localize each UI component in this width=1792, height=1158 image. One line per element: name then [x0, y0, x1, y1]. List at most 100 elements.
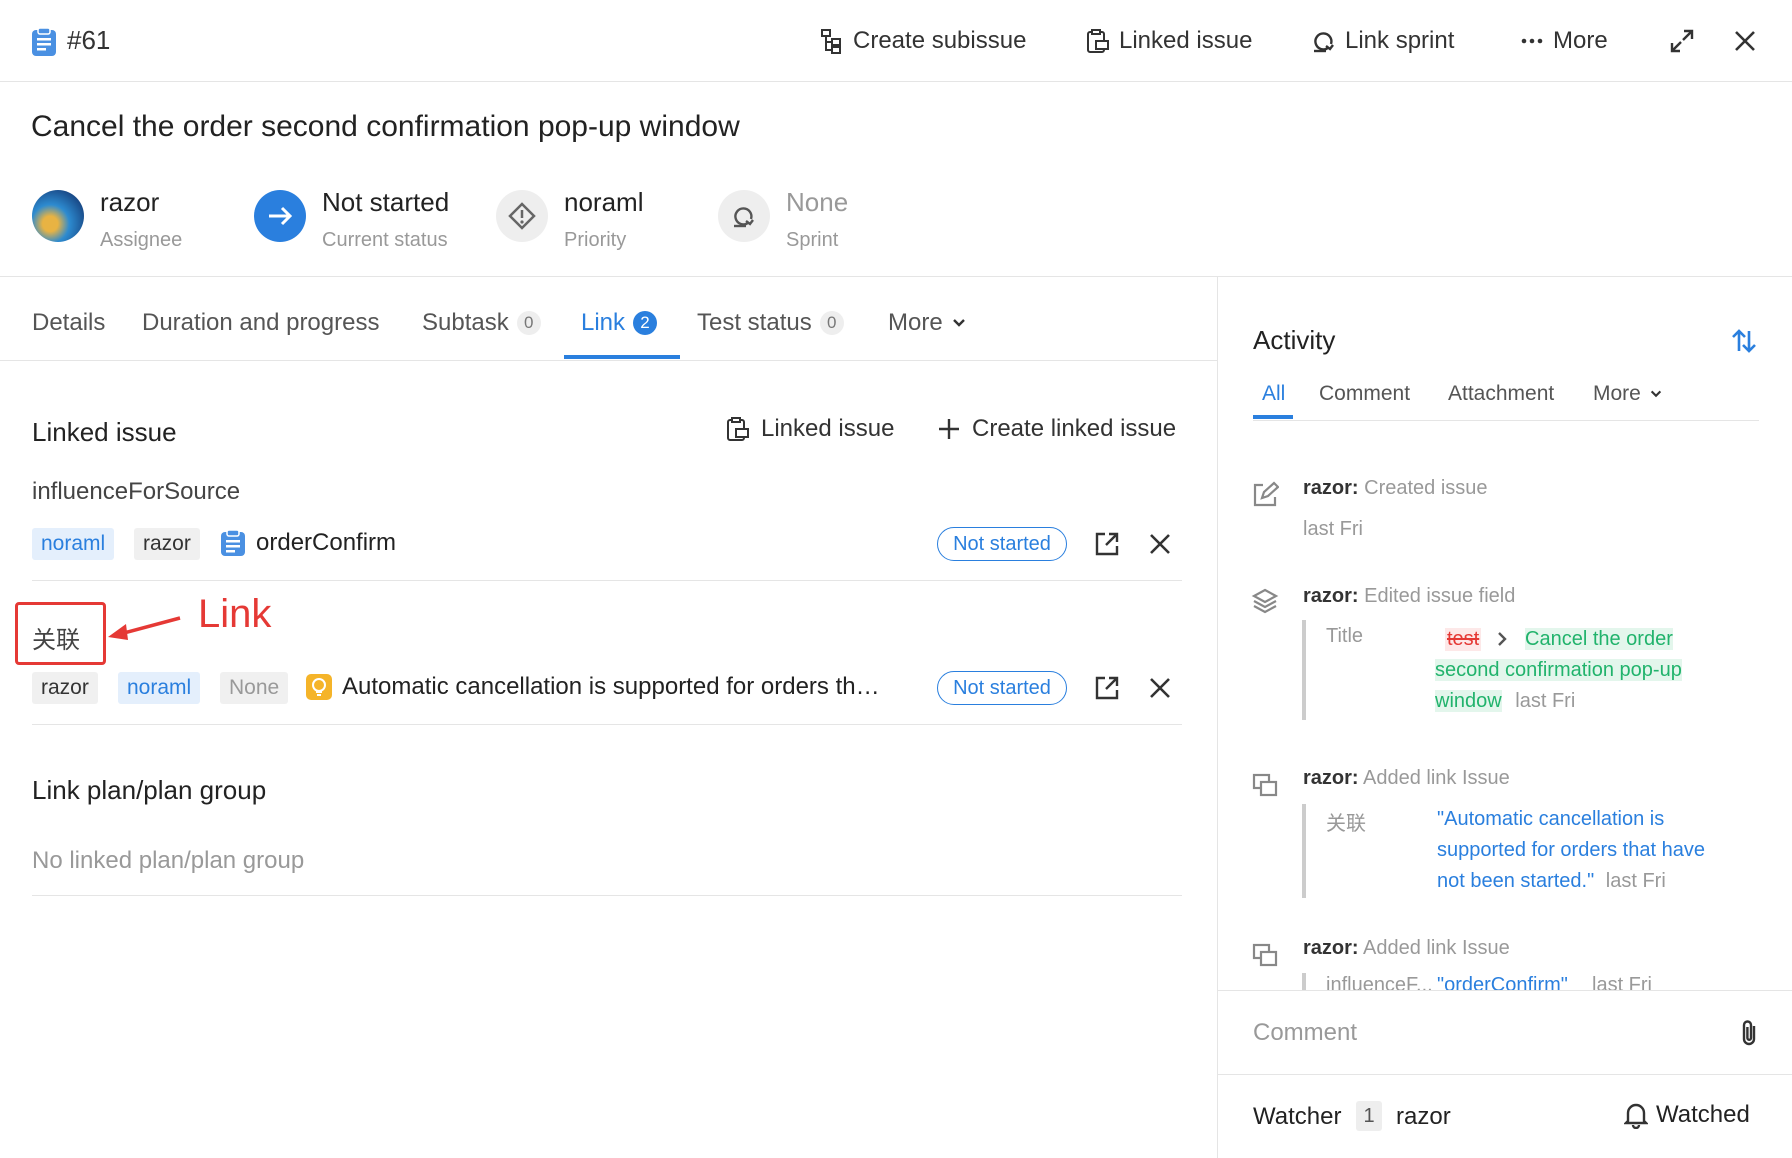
expand-icon[interactable] — [1668, 27, 1696, 55]
open-external-icon[interactable] — [1093, 530, 1121, 558]
comment-box[interactable]: Comment — [1218, 990, 1792, 1075]
priority-label: Priority — [564, 229, 627, 251]
activity-tab-more-label: More — [1593, 382, 1641, 405]
link-sprint-button[interactable]: Link sprint — [1311, 22, 1454, 60]
relation-label: 关联 — [1326, 813, 1366, 835]
watcher-count: 1 — [1356, 1101, 1382, 1131]
tab-subtask[interactable]: Subtask 0 — [422, 303, 541, 343]
linked-issue-row[interactable]: Automatic cancellation is supported for … — [306, 673, 880, 701]
activity-tab-all[interactable]: All — [1262, 382, 1285, 406]
activity-event: razor: Added link Issue — [1303, 767, 1510, 790]
relation-label: influenceF... — [1326, 974, 1433, 990]
more-dots-icon — [1519, 28, 1545, 54]
tab-more[interactable]: More — [888, 303, 967, 343]
annotation-label: Link — [198, 592, 272, 636]
clipped-event: influenceF... "orderConfirm" last Fri — [1300, 973, 1770, 990]
watcher-name[interactable]: razor — [1396, 1103, 1451, 1131]
comment-placeholder: Comment — [1253, 1019, 1358, 1046]
activity-tab-line — [1253, 420, 1759, 421]
priority-field[interactable]: noraml Priority — [496, 172, 686, 262]
assignee-field[interactable]: razor Assignee — [32, 172, 232, 262]
issue-id: #61 — [67, 25, 111, 55]
plus-icon — [936, 416, 962, 442]
plan-heading: Link plan/plan group — [32, 775, 267, 805]
event-time: last Fri — [1303, 518, 1363, 540]
open-external-icon[interactable] — [1093, 674, 1121, 702]
sprint-field[interactable]: None Sprint — [718, 172, 898, 262]
subissue-icon — [819, 28, 845, 54]
test-status-count: 0 — [819, 311, 844, 335]
status-field[interactable]: Not started Current status — [254, 172, 474, 262]
link-issue-icon — [1251, 771, 1279, 799]
event-action: Added link Issue — [1363, 767, 1510, 789]
sprint-icon — [718, 190, 770, 242]
status-label: Current status — [322, 229, 448, 251]
event-action: Edited issue field — [1364, 585, 1516, 607]
attachment-icon[interactable] — [1737, 1018, 1763, 1048]
linked-issue-title: orderConfirm — [256, 529, 397, 556]
tab-bar: Details Duration and progress Subtask 0 L… — [0, 277, 1217, 361]
activity-tab-comment[interactable]: Comment — [1319, 382, 1410, 406]
create-linked-issue-button[interactable]: Create linked issue — [936, 415, 1176, 443]
new-value-block: Cancel the order second confirmation pop… — [1435, 624, 1735, 717]
linked-issue-row[interactable]: orderConfirm — [220, 529, 396, 557]
annotation-arrow — [106, 612, 186, 642]
event-user: razor: — [1303, 585, 1359, 607]
tab-link[interactable]: Link 2 — [581, 303, 658, 343]
tab-duration-label: Duration and progress — [142, 309, 380, 336]
tab-details-label: Details — [32, 309, 106, 336]
sprint-tag: None — [220, 672, 289, 704]
active-tab-indicator — [564, 355, 680, 359]
task-icon — [220, 529, 246, 557]
event-action: Added link Issue — [1363, 937, 1510, 959]
link-issue-icon — [1085, 28, 1111, 54]
tab-duration[interactable]: Duration and progress — [142, 303, 379, 343]
sort-icon[interactable] — [1730, 327, 1758, 355]
activity-tab-attachment[interactable]: Attachment — [1448, 382, 1554, 406]
tab-test-status[interactable]: Test status 0 — [697, 303, 844, 343]
remove-link-icon[interactable] — [1146, 674, 1174, 702]
status-badge: Not started — [937, 671, 1067, 705]
create-subissue-button[interactable]: Create subissue — [819, 22, 1026, 60]
event-action: Created issue — [1364, 477, 1488, 499]
more-button[interactable]: More — [1519, 22, 1608, 60]
create-linked-issue-label: Create linked issue — [972, 415, 1177, 442]
status-value: Not started — [322, 187, 450, 217]
event-time: last Fri — [1592, 974, 1652, 990]
assignee-tag: razor — [134, 528, 200, 560]
field-name: Title — [1326, 625, 1364, 647]
layers-icon — [1251, 587, 1279, 615]
tab-details[interactable]: Details — [32, 303, 105, 343]
sprint-label: Sprint — [786, 229, 839, 251]
activity-tab-more[interactable]: More — [1593, 382, 1663, 406]
link-value-block[interactable]: "Automatic cancellation is supported for… — [1437, 804, 1737, 897]
watched-toggle[interactable]: Watched — [1624, 1101, 1750, 1129]
priority-tag: noraml — [32, 528, 115, 560]
watcher-bar: Watcher 1 razor Watched — [1218, 1075, 1792, 1158]
row-divider — [32, 580, 1182, 581]
linked-issue-action[interactable]: Linked issue — [725, 415, 894, 443]
activity-event: razor: Edited issue field — [1303, 585, 1515, 608]
linked-issue-action-label: Linked issue — [761, 415, 895, 442]
remove-link-icon[interactable] — [1146, 530, 1174, 558]
assignee-label: Assignee — [100, 229, 183, 251]
link-issue-icon — [1251, 941, 1279, 969]
assignee-tag: razor — [32, 672, 98, 704]
more-label: More — [1553, 27, 1608, 54]
idea-icon — [306, 674, 332, 700]
bell-icon — [1624, 1101, 1648, 1129]
issue-title[interactable]: Cancel the order second confirmation pop… — [31, 110, 740, 144]
sprint-value: None — [786, 187, 849, 217]
annotation-box — [15, 602, 106, 665]
link-sprint-label: Link sprint — [1345, 27, 1455, 54]
activity-event: razor: Created issue — [1303, 477, 1488, 500]
subtask-count: 0 — [516, 311, 541, 335]
issue-type-icon — [31, 27, 57, 57]
edit-icon — [1251, 481, 1279, 509]
sprint-icon — [1311, 28, 1337, 54]
tab-test-status-label: Test status — [697, 309, 812, 336]
close-icon[interactable] — [1731, 27, 1759, 55]
watched-label: Watched — [1656, 1101, 1750, 1128]
linked-issue-button[interactable]: Linked issue — [1085, 22, 1252, 60]
quote-bar — [1302, 804, 1306, 898]
